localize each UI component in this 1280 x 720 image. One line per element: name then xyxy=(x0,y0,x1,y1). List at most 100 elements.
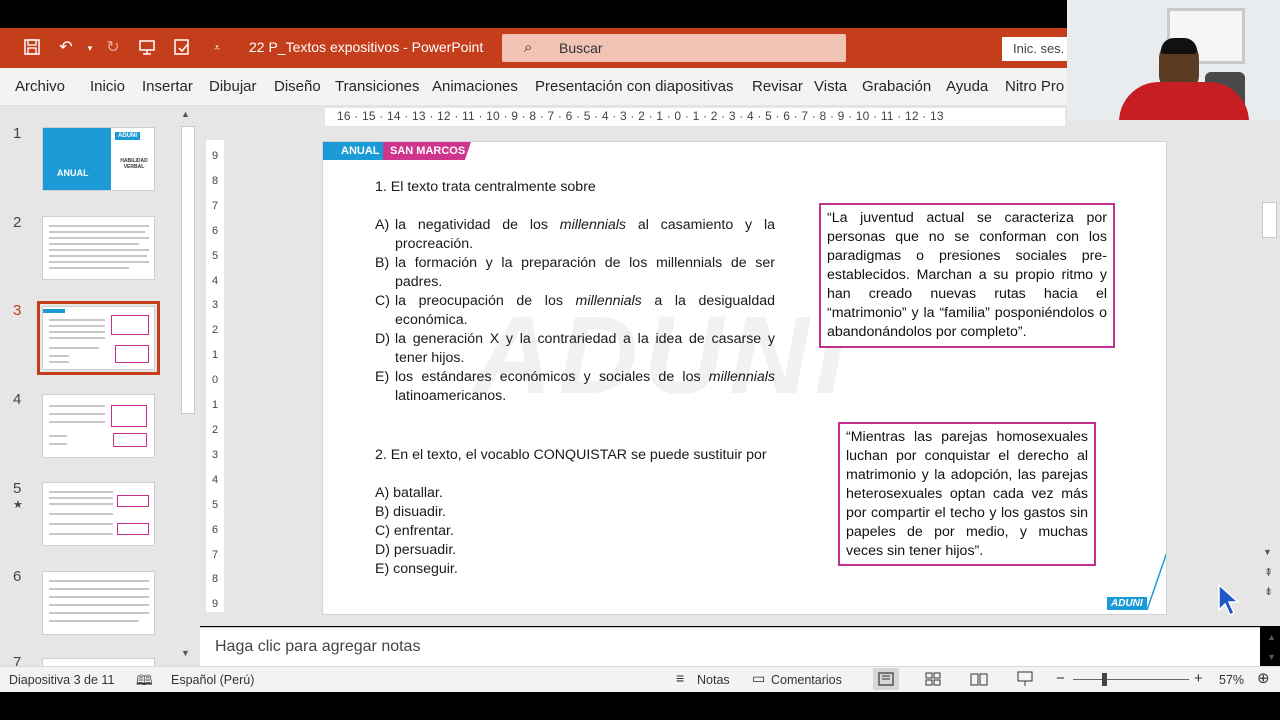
tab-archivo[interactable]: Archivo xyxy=(15,78,65,95)
thumbnail-scrollbar[interactable]: ▲ ▼ xyxy=(178,106,198,666)
slide-thumbnail-7[interactable] xyxy=(42,658,155,666)
slide-thumbnail-3-selected[interactable] xyxy=(37,301,160,375)
scroll-up-icon[interactable]: ▲ xyxy=(181,109,190,119)
question-2[interactable]: 2. En el texto, el vocablo CONQUISTAR se… xyxy=(375,446,767,465)
option-2e[interactable]: E) conseguir. xyxy=(375,560,458,579)
tab-inicio[interactable]: Inicio xyxy=(90,78,125,95)
webcam-overlay xyxy=(1067,0,1280,120)
zoom-in-icon[interactable]: + xyxy=(1194,670,1203,687)
thumb-quote-box xyxy=(115,345,149,363)
notes-scroll-up-icon[interactable]: ▲ xyxy=(1267,632,1276,642)
slide-thumbnail-6[interactable] xyxy=(42,571,155,635)
zoom-slider-track[interactable] xyxy=(1073,679,1189,680)
thumb-text-line xyxy=(49,503,113,505)
question-1[interactable]: 1. El texto trata centralmente sobre xyxy=(375,178,596,197)
thumb-text-line xyxy=(49,319,105,321)
previous-slide-icon[interactable]: ⇞ xyxy=(1264,568,1273,579)
normal-view-icon[interactable] xyxy=(878,672,894,686)
option-1d[interactable]: D) la generación X y la contrariedad a l… xyxy=(375,330,775,368)
zoom-level[interactable]: 57% xyxy=(1219,673,1244,687)
option-2d[interactable]: D) persuadir. xyxy=(375,541,456,560)
slide-thumbnail-5[interactable] xyxy=(42,482,155,546)
slide-thumbnail-pane[interactable]: 1 ADUNI ANUAL HABILIDAD VERBAL 2 3 4 5 ★… xyxy=(0,106,200,671)
option-2c[interactable]: C) enfrentar. xyxy=(375,522,454,541)
search-box[interactable]: ⌕ Buscar xyxy=(502,34,846,62)
customize-toolbar-icon[interactable]: ⩡ xyxy=(207,38,227,58)
notes-pane[interactable]: Haga clic para agregar notas ▲ ▼ xyxy=(200,627,1276,667)
tab-dibujar[interactable]: Dibujar xyxy=(209,78,257,95)
option-1c[interactable]: C) la preocupación de los millennials a … xyxy=(375,292,775,330)
slide-scrollbar[interactable]: ▼ ⇞ ⇟ xyxy=(1259,125,1280,605)
fit-slide-icon[interactable]: ⊕ xyxy=(1257,669,1270,687)
tab-nitro-pro[interactable]: Nitro Pro xyxy=(1005,78,1064,95)
tab-transiciones[interactable]: Transiciones xyxy=(335,78,419,95)
notes-icon[interactable]: ≡ xyxy=(676,670,684,686)
slide-thumbnail-1[interactable]: ADUNI ANUAL HABILIDAD VERBAL xyxy=(42,127,155,191)
scrollbar-thumb[interactable] xyxy=(1262,202,1277,238)
scrollbar-thumb[interactable] xyxy=(181,126,195,414)
tab-vista[interactable]: Vista xyxy=(814,78,847,95)
undo-dropdown-icon[interactable]: ▾ xyxy=(80,38,100,58)
thumb-quote-box xyxy=(117,523,149,535)
option-2b[interactable]: B) disuadir. xyxy=(375,503,446,522)
save-as-icon[interactable] xyxy=(172,38,192,58)
thumb-text-line xyxy=(49,225,149,227)
present-from-start-icon[interactable] xyxy=(137,38,157,58)
option-text: la generación X y la contrariedad a la i… xyxy=(395,331,775,366)
scroll-down-icon[interactable]: ▼ xyxy=(181,648,190,658)
next-slide-icon[interactable]: ⇟ xyxy=(1264,587,1273,598)
option-text-emphasis: millennials xyxy=(708,369,775,385)
slide-thumbnail-2[interactable] xyxy=(42,216,155,280)
reading-view-icon[interactable] xyxy=(970,672,988,686)
tab-grabacion[interactable]: Grabación xyxy=(862,78,931,95)
scroll-down-icon[interactable]: ▼ xyxy=(1263,547,1272,557)
thumb-text-line xyxy=(49,435,67,437)
comments-icon[interactable]: ▭ xyxy=(752,670,765,687)
slideshow-view-icon[interactable] xyxy=(1017,671,1033,687)
thumb-text-line xyxy=(49,331,105,333)
zoom-slider-thumb[interactable] xyxy=(1102,673,1107,686)
thumb-text-line xyxy=(49,237,149,239)
tab-animaciones[interactable]: Animaciones xyxy=(432,78,518,95)
language-indicator[interactable]: Español (Perú) xyxy=(171,673,254,687)
quote-box-2[interactable]: “Mientras las parejas homosexuales lucha… xyxy=(838,422,1096,566)
current-slide[interactable]: ADUNI ANUAL SAN MARCOS 1. El texto trata… xyxy=(322,141,1167,615)
option-2a[interactable]: A) batallar. xyxy=(375,484,443,503)
thumb-text-line xyxy=(49,355,69,357)
tab-revisar[interactable]: Revisar xyxy=(752,78,803,95)
option-text-emphasis: millennials xyxy=(575,293,642,309)
thumb-text-line xyxy=(49,523,113,525)
comments-button[interactable]: Comentarios xyxy=(771,673,842,687)
ruler-labels: 16 · 15 · 14 · 13 · 12 · 11 · 10 · 9 · 8… xyxy=(337,109,944,123)
slide-sorter-icon[interactable] xyxy=(925,672,941,686)
thumb-text-line xyxy=(49,231,145,233)
zoom-out-icon[interactable]: − xyxy=(1056,670,1065,687)
option-letter: D) xyxy=(375,331,390,347)
option-text: los estándares económicos y sociales de … xyxy=(395,368,775,406)
aduni-logo: ADUNI xyxy=(1107,597,1147,610)
option-1e[interactable]: E) los estándares económicos y sociales … xyxy=(375,368,775,406)
tab-presentacion[interactable]: Presentación con diapositivas xyxy=(535,78,733,95)
accessibility-icon[interactable]: 🕮 xyxy=(136,670,153,694)
quote-box-1[interactable]: “La juventud actual se caracteriza por p… xyxy=(819,203,1115,348)
tab-insertar[interactable]: Insertar xyxy=(142,78,193,95)
ruler-label: 5 xyxy=(211,249,219,262)
undo-icon[interactable]: ↶ xyxy=(56,38,76,58)
thumb-text-line xyxy=(49,491,113,493)
option-text-emphasis: millennials xyxy=(559,217,627,233)
option-1a[interactable]: A) la negatividad de los millennials al … xyxy=(375,216,775,254)
notes-scroll-down-icon[interactable]: ▼ xyxy=(1267,652,1276,662)
sign-in-button[interactable]: Inic. ses. xyxy=(1002,37,1072,61)
tab-ayuda[interactable]: Ayuda xyxy=(946,78,988,95)
option-text: la formación y la preparación de los mil… xyxy=(395,255,775,290)
thumb-quote-box xyxy=(117,495,149,507)
tag-san-marcos: SAN MARCOS xyxy=(383,142,471,160)
notes-button[interactable]: Notas xyxy=(697,673,730,687)
tab-diseno[interactable]: Diseño xyxy=(274,78,321,95)
option-letter: C) xyxy=(375,293,390,309)
redo-icon[interactable]: ↻ xyxy=(103,38,123,58)
thumb-tag xyxy=(43,309,65,313)
save-icon[interactable] xyxy=(22,38,42,58)
slide-thumbnail-4[interactable] xyxy=(42,394,155,458)
option-1b[interactable]: B) la formación y la preparación de los … xyxy=(375,254,775,292)
